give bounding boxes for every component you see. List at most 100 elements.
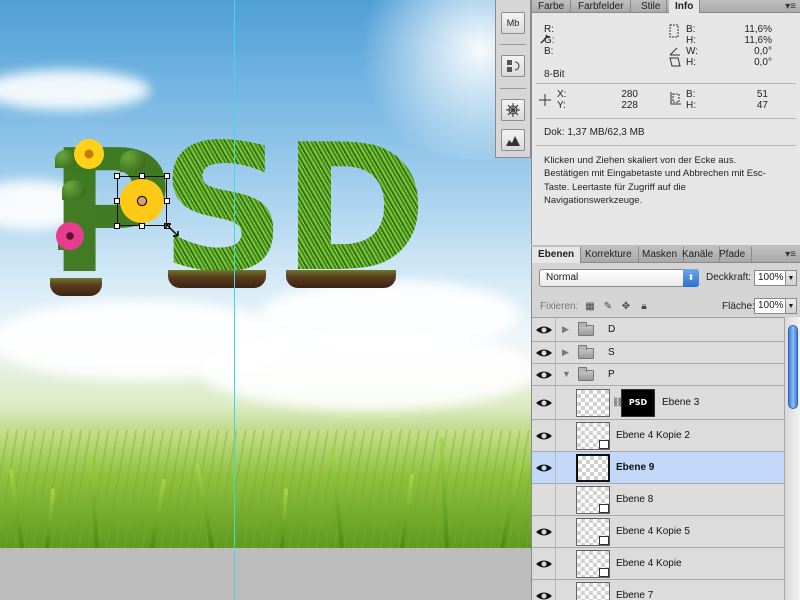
transform-handle[interactable] — [164, 173, 170, 179]
skew-icon — [669, 57, 681, 67]
dock-divider — [500, 88, 526, 89]
help-line: Klicken und Ziehen skaliert von der Ecke… — [544, 155, 737, 166]
blend-mode-value: Normal — [546, 272, 579, 283]
eye-icon[interactable] — [535, 346, 553, 360]
layer-name: Ebene 9 — [616, 462, 655, 473]
transform-handle[interactable] — [114, 223, 120, 229]
layer-row-group-d[interactable]: ▶ D — [532, 318, 784, 342]
eye-icon[interactable] — [535, 368, 553, 382]
w-value: 0,0° — [754, 46, 772, 57]
layer-name: Ebene 7 — [616, 590, 654, 600]
layer-thumbnail[interactable] — [576, 454, 610, 482]
y-value: 228 — [621, 100, 638, 111]
layer-name: D — [608, 324, 616, 335]
minibridge-label: Mb — [506, 18, 520, 28]
panel-menu-icon[interactable]: ▾≡ — [785, 1, 796, 12]
tab-pfade[interactable]: Pfade — [713, 247, 753, 263]
layer-row-group-p[interactable]: ▼ P — [532, 364, 784, 386]
b-percent-label: B: — [686, 24, 696, 35]
crosshair-icon — [539, 94, 551, 106]
fill-dropdown-icon[interactable]: ▼ — [786, 298, 797, 314]
layer-row-selected[interactable]: Ebene 9 — [532, 452, 784, 484]
layer-row[interactable]: Ebene 8 — [532, 484, 784, 516]
layer-thumbnail[interactable] — [576, 582, 610, 600]
transform-handle[interactable] — [114, 173, 120, 179]
vertical-guide[interactable] — [234, 0, 235, 600]
layer-row[interactable]: ⛓ PSD Ebene 3 — [532, 386, 784, 420]
smart-object-icon — [599, 536, 609, 545]
select-size-icon — [669, 24, 679, 38]
history-glyph-icon — [507, 60, 520, 72]
eye-icon[interactable] — [535, 429, 553, 443]
layer-mask-thumbnail[interactable]: PSD — [621, 389, 655, 417]
transform-reference-point[interactable] — [137, 196, 147, 206]
opacity-input[interactable]: 100% — [754, 270, 786, 286]
history-icon[interactable] — [501, 55, 525, 77]
blend-mode-select[interactable]: Normal ⬍ — [539, 269, 699, 287]
panel-menu-icon[interactable]: ▾≡ — [785, 249, 796, 260]
eye-icon[interactable] — [535, 461, 553, 475]
smart-object-icon — [599, 504, 609, 513]
lock-transparency-icon[interactable]: ▦ — [584, 301, 596, 313]
lock-all-icon[interactable]: 🔒︎ — [638, 301, 650, 313]
layer-thumbnail[interactable] — [576, 486, 610, 514]
tab-info[interactable]: Info — [669, 0, 701, 13]
collapse-arrow-icon[interactable]: ▼ — [562, 369, 571, 379]
eye-icon[interactable] — [535, 557, 553, 571]
layer-row[interactable]: Ebene 7 — [532, 580, 784, 600]
histogram-icon[interactable] — [501, 129, 525, 151]
opacity-label: Deckkraft: — [706, 272, 752, 283]
dropdown-arrow-icon: ⬍ — [683, 269, 699, 287]
layers-panel-tabbar: Ebenen Korrekture Masken Kanäle Pfade ▾≡ — [532, 247, 800, 263]
h-angle-value: 0,0° — [754, 57, 772, 68]
scrollbar-thumb[interactable] — [788, 325, 798, 409]
transform-handle[interactable] — [139, 223, 145, 229]
navigator-icon[interactable] — [501, 99, 525, 121]
h-angle-label: H: — [686, 57, 696, 68]
transform-handle[interactable] — [114, 198, 120, 204]
layer-row[interactable]: Ebene 4 Kopie — [532, 548, 784, 580]
opacity-dropdown-icon[interactable]: ▼ — [786, 270, 797, 286]
layer-thumbnail[interactable] — [576, 389, 610, 417]
minibridge-icon[interactable]: Mb — [501, 12, 525, 34]
transform-handle[interactable] — [139, 173, 145, 179]
expand-arrow-icon[interactable]: ▶ — [562, 324, 569, 335]
layer-thumbnail[interactable] — [576, 550, 610, 578]
transform-bounding-box[interactable] — [114, 173, 170, 229]
g-label: G: — [544, 35, 555, 46]
eye-icon[interactable] — [535, 525, 553, 539]
expand-arrow-icon[interactable]: ▶ — [562, 347, 569, 358]
layer-row-group-s[interactable]: ▶ S — [532, 342, 784, 364]
b-label: B: — [544, 46, 554, 57]
transform-handle[interactable] — [164, 198, 170, 204]
bit-depth: 8-Bit — [544, 69, 565, 80]
size-icon — [670, 92, 681, 105]
fill-input[interactable]: 100% — [754, 298, 786, 314]
y-label: Y: — [557, 100, 566, 111]
b-percent-value: 11,6% — [744, 24, 772, 35]
width-value: 51 — [756, 89, 768, 100]
layer-name: Ebene 4 Kopie — [616, 558, 682, 569]
layer-thumbnail[interactable] — [576, 422, 610, 450]
eye-icon[interactable] — [535, 396, 553, 410]
tab-stile[interactable]: Stile — [635, 0, 668, 13]
tab-farbfelder[interactable]: Farbfelder — [572, 0, 631, 13]
lock-pixels-icon[interactable]: ✎ — [602, 301, 614, 313]
tab-ebenen[interactable]: Ebenen — [532, 247, 582, 263]
layer-list: ▶ D ▶ S ▼ P ⛓ PSD Ebene 3 Ebene 4 Kopie … — [532, 317, 800, 600]
leaf — [62, 180, 86, 200]
layer-thumbnail[interactable] — [576, 518, 610, 546]
angle-icon — [669, 47, 680, 56]
h-percent-value: 11,6% — [744, 35, 772, 46]
eye-icon[interactable] — [535, 589, 553, 600]
lock-position-icon[interactable]: ✥ — [620, 301, 632, 313]
layer-row[interactable]: Ebene 4 Kopie 2 — [532, 420, 784, 452]
tab-korrekturen[interactable]: Korrekture — [579, 247, 639, 263]
tab-farbe[interactable]: Farbe — [532, 0, 572, 13]
panel-dock: Mb — [495, 0, 531, 158]
layers-scrollbar[interactable] — [784, 317, 800, 600]
eye-icon[interactable] — [535, 323, 553, 337]
layer-row[interactable]: Ebene 4 Kopie 5 — [532, 516, 784, 548]
document-canvas[interactable]: P S D — [0, 0, 531, 548]
tool-help-text: Klicken und Ziehen skaliert von der Ecke… — [544, 154, 789, 208]
